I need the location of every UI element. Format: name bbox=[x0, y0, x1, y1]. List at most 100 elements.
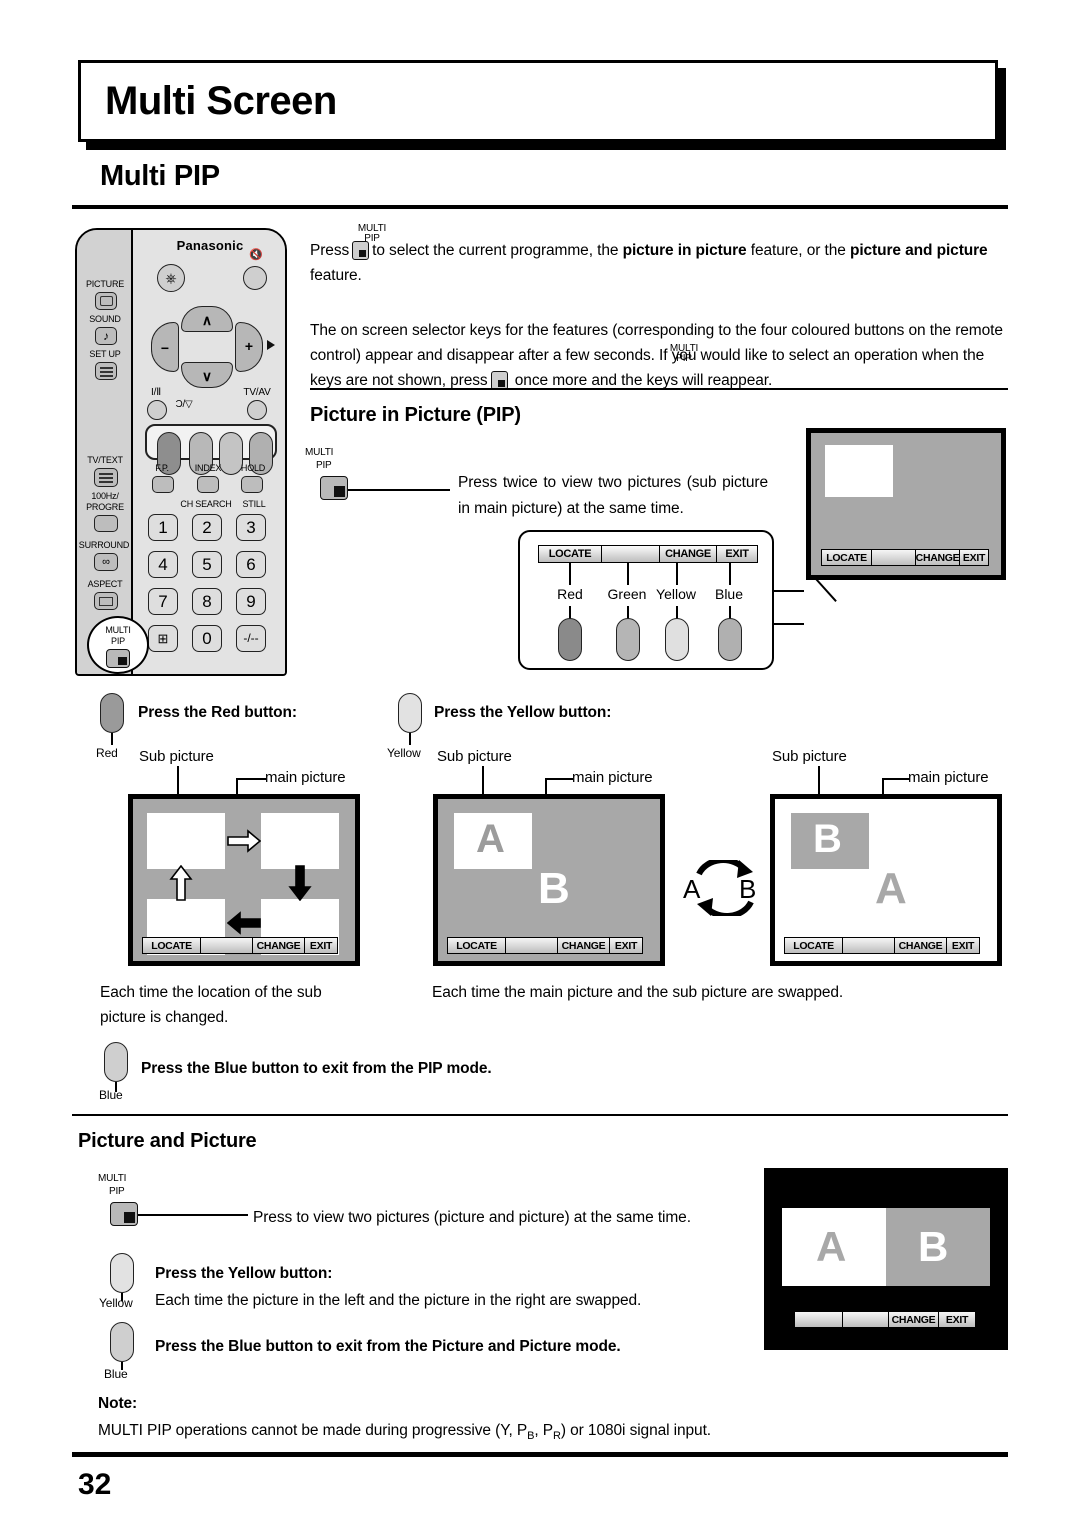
osd-exit[interactable]: EXIT bbox=[717, 546, 757, 562]
osd-exit[interactable]: EXIT bbox=[610, 938, 642, 953]
pap-leader-line bbox=[138, 1214, 248, 1216]
selector-key-panel: LOCATE CHANGE EXIT Red Green Yellow Blue bbox=[518, 530, 774, 670]
intro2-pip-label: PIP bbox=[676, 353, 692, 364]
surround-button[interactable]: ∞ bbox=[94, 553, 118, 571]
red-button-illustration[interactable] bbox=[100, 693, 124, 733]
yellow-button-illustration[interactable] bbox=[398, 693, 422, 733]
volume-down-button[interactable]: − bbox=[151, 322, 179, 372]
swap-indicator: A B bbox=[683, 860, 767, 920]
panel-green-button[interactable] bbox=[616, 618, 640, 661]
osd-locate[interactable]: LOCATE bbox=[539, 546, 602, 562]
mute-button[interactable] bbox=[243, 266, 267, 290]
osd-change[interactable]: CHANGE bbox=[889, 1312, 939, 1327]
sub-picture: A bbox=[454, 813, 532, 869]
osd-locate[interactable]: LOCATE bbox=[822, 550, 872, 565]
dpad-down-glyph: ∨ bbox=[201, 368, 213, 384]
pip-multi-label: MULTI bbox=[305, 447, 334, 458]
label-tv-text: TV/TEXT bbox=[87, 455, 123, 465]
key-9[interactable]: 9 bbox=[236, 588, 266, 615]
key-3[interactable]: 3 bbox=[236, 514, 266, 541]
key-8[interactable]: 8 bbox=[192, 588, 222, 615]
red-button-tick bbox=[111, 733, 113, 745]
osd-locate[interactable]: LOCATE bbox=[448, 938, 506, 953]
osd-blank-1[interactable] bbox=[795, 1312, 843, 1327]
panel-red-button[interactable] bbox=[558, 618, 582, 661]
key-1[interactable]: 1 bbox=[148, 514, 178, 541]
osd-blank[interactable] bbox=[201, 938, 253, 953]
osd-exit[interactable]: EXIT bbox=[947, 938, 979, 953]
blue-button-label: Blue bbox=[99, 1088, 123, 1102]
label-tv-av: TV/AV bbox=[243, 387, 271, 398]
key-7[interactable]: 7 bbox=[148, 588, 178, 615]
osd-exit[interactable]: EXIT bbox=[960, 550, 988, 565]
multi-pip-button[interactable] bbox=[106, 649, 130, 668]
osd-change[interactable]: CHANGE bbox=[558, 938, 610, 953]
osd-blank[interactable] bbox=[843, 938, 895, 953]
set-up-button[interactable] bbox=[95, 362, 117, 380]
panel-tv-connector-2 bbox=[774, 623, 804, 625]
aspect-button[interactable] bbox=[94, 592, 118, 610]
panel-yellow-button[interactable] bbox=[665, 618, 689, 661]
label-picture: PICTURE bbox=[85, 279, 125, 289]
osd-blank[interactable] bbox=[506, 938, 558, 953]
hold-button[interactable] bbox=[241, 476, 263, 493]
volume-up-button[interactable]: + bbox=[235, 322, 263, 372]
note-text: MULTI PIP operations cannot be made duri… bbox=[98, 1418, 978, 1449]
osd-change[interactable]: CHANGE bbox=[253, 938, 305, 953]
channel-down-button[interactable]: ∨ bbox=[181, 362, 233, 388]
osd-blank-2[interactable] bbox=[843, 1312, 889, 1327]
arrow-right-icon bbox=[227, 829, 261, 853]
osd-change[interactable]: CHANGE bbox=[660, 546, 717, 562]
osd-exit[interactable]: EXIT bbox=[305, 938, 337, 953]
pap-blue-button-illustration[interactable] bbox=[110, 1322, 134, 1362]
power-icon: ⎈ bbox=[165, 270, 177, 286]
channel-up-button[interactable]: ∧ bbox=[181, 306, 233, 332]
pip-multi-pip-icon bbox=[320, 476, 348, 500]
osd-locate[interactable]: LOCATE bbox=[143, 938, 201, 953]
key-5[interactable]: 5 bbox=[192, 551, 222, 578]
label-fp: F.P. bbox=[155, 463, 169, 473]
pap-yellow-button-illustration[interactable] bbox=[110, 1253, 134, 1293]
tv-screen-pip: LOCATE CHANGE EXIT bbox=[806, 428, 1006, 580]
sound-button[interactable]: ♪ bbox=[95, 327, 117, 345]
label-index: INDEX bbox=[194, 463, 222, 473]
key-dash[interactable]: -/-- bbox=[236, 625, 266, 652]
arrow-left-icon bbox=[227, 911, 261, 935]
osd-change[interactable]: CHANGE bbox=[895, 938, 947, 953]
picture-button[interactable] bbox=[95, 292, 117, 310]
note-icon: ♪ bbox=[103, 329, 109, 343]
key-6[interactable]: 6 bbox=[236, 551, 266, 578]
remote-control-illustration: Panasonic PICTURE SOUND ♪ SET UP TV/TEXT… bbox=[75, 228, 287, 676]
osd-blank[interactable] bbox=[872, 550, 916, 565]
index-button[interactable] bbox=[197, 476, 219, 493]
osd-exit[interactable]: EXIT bbox=[939, 1312, 975, 1327]
aspect-icon bbox=[99, 597, 113, 606]
i-ii-button[interactable] bbox=[147, 400, 167, 420]
osd-locate[interactable]: LOCATE bbox=[785, 938, 843, 953]
progressive-button[interactable] bbox=[94, 515, 118, 532]
tv-screen-red: LOCATE CHANGE EXIT bbox=[128, 794, 360, 966]
blue-button-illustration[interactable] bbox=[104, 1042, 128, 1082]
key-4[interactable]: 4 bbox=[148, 551, 178, 578]
power-button[interactable]: ⎈ bbox=[157, 264, 185, 292]
tv-text-button[interactable] bbox=[94, 468, 118, 487]
key-2[interactable]: 2 bbox=[192, 514, 222, 541]
key-0[interactable]: 0 bbox=[192, 625, 222, 652]
intro-p1-end: feature. bbox=[310, 267, 362, 284]
tv-av-button[interactable] bbox=[247, 400, 267, 420]
intro-p2-b: once more and the keys will reappear. bbox=[514, 372, 773, 389]
pic-top-left bbox=[147, 813, 225, 869]
osd-callout-line bbox=[815, 578, 837, 602]
label-pip: PIP bbox=[111, 636, 125, 646]
fp-button[interactable] bbox=[152, 476, 174, 493]
arrow-down-icon bbox=[288, 865, 312, 901]
panel-blue-button[interactable] bbox=[718, 618, 742, 661]
main-picture-letter: A bbox=[875, 864, 907, 913]
osd-change[interactable]: CHANGE bbox=[916, 550, 960, 565]
menu-icon-line3 bbox=[100, 375, 113, 377]
label-set-up: SET UP bbox=[89, 349, 121, 359]
red-sub-picture-label: Sub picture bbox=[139, 748, 214, 765]
osd-blank[interactable] bbox=[602, 546, 660, 562]
key-plus[interactable]: ⊞ bbox=[148, 625, 178, 652]
pap-yellow-text: Each time the picture in the left and th… bbox=[155, 1292, 642, 1309]
